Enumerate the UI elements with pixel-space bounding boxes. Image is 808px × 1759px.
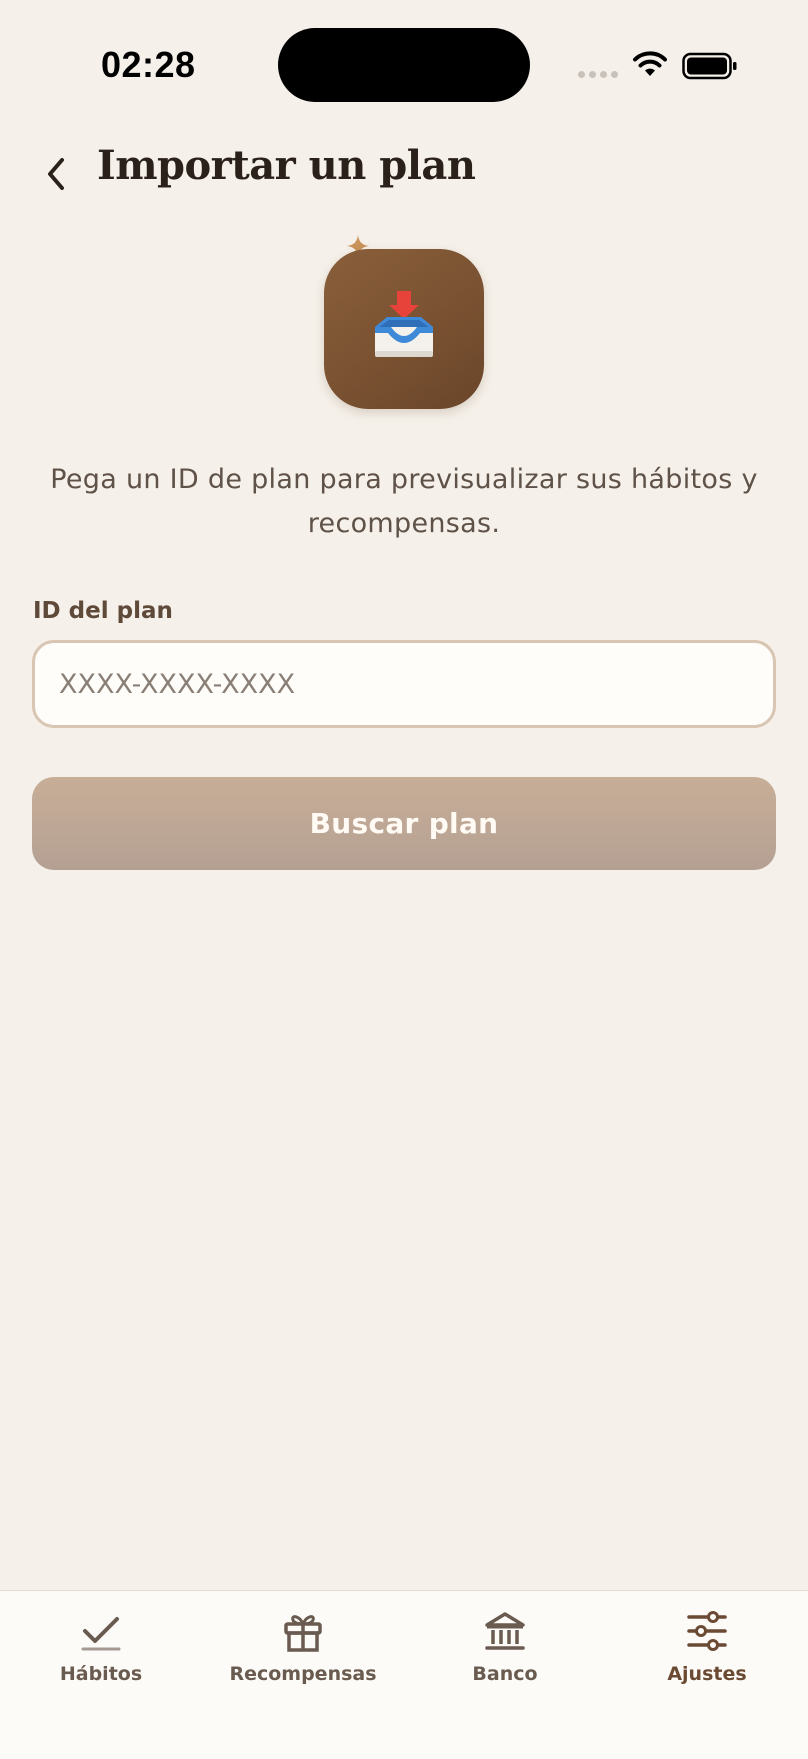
dynamic-island [278,28,530,102]
chevron-left-icon [48,158,64,190]
tab-habitos[interactable]: Hábitos [11,1609,191,1685]
wifi-icon [633,51,667,76]
checkmark-icon [81,1617,121,1651]
tab-label: Recompensas [229,1663,377,1685]
plan-id-label: ID del plan [33,598,173,624]
plan-id-input[interactable] [32,640,776,728]
tab-label: Banco [472,1663,538,1685]
inbox-tray-icon [375,291,433,357]
status-bar: 02:28 [0,0,808,130]
tab-banco[interactable]: Banco [415,1609,595,1685]
tab-recompensas[interactable]: Recompensas [213,1609,393,1685]
description-text: Pega un ID de plan para previsualizar su… [50,464,758,539]
tab-label: Ajustes [667,1663,747,1685]
back-button[interactable] [34,148,78,200]
import-illustration [324,235,484,409]
status-time: 02:28 [101,44,196,85]
gift-icon [284,1615,322,1652]
tab-bar: Hábitos Recompensas Banco Ajustes [0,1590,808,1759]
search-plan-button[interactable]: Buscar plan [32,777,776,870]
tab-label: Hábitos [59,1663,143,1685]
sliders-icon [687,1611,727,1651]
hero-tile [324,249,484,409]
bank-icon [485,1612,525,1650]
navigation-header: Importar un plan [0,140,808,210]
battery-icon [682,52,737,80]
tab-ajustes[interactable]: Ajustes [617,1609,797,1685]
page-title: Importar un plan [97,142,476,189]
cellular-signal-icon [578,71,618,78]
